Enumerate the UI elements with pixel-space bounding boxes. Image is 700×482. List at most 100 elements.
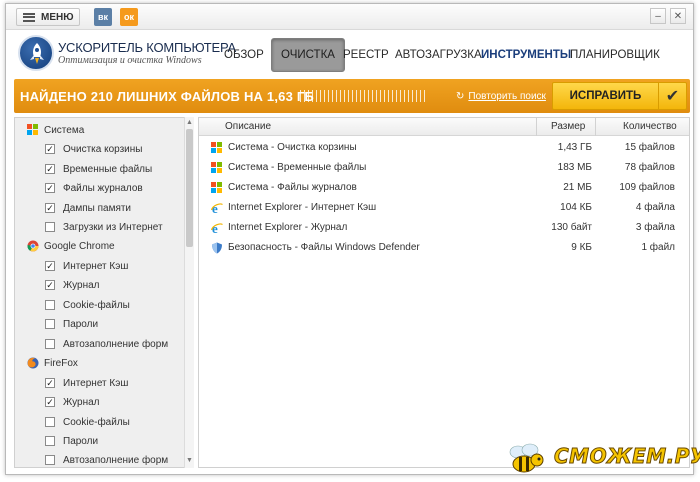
tree-item[interactable]: ✓ Интернет Кэш bbox=[45, 257, 128, 275]
checkbox[interactable]: ✓ bbox=[45, 397, 55, 407]
tree-item[interactable]: Автозаполнение форм bbox=[45, 451, 169, 467]
found-summary: НАЙДЕНО 210 ЛИШНИХ ФАЙЛОВ НА 1,63 ГБ bbox=[20, 88, 314, 104]
windows-icon bbox=[211, 182, 223, 194]
checkbox[interactable] bbox=[45, 339, 55, 349]
tree-item-label: Файлы журналов bbox=[63, 182, 143, 194]
checkbox[interactable]: ✓ bbox=[45, 164, 55, 174]
column-description[interactable]: Описание bbox=[225, 121, 271, 132]
tree-item[interactable]: Пароли bbox=[45, 432, 98, 450]
scan-result-bar: НАЙДЕНО 210 ЛИШНИХ ФАЙЛОВ НА 1,63 ГБ ↻ П… bbox=[14, 79, 690, 113]
tree-item-label: Дампы памяти bbox=[63, 202, 132, 214]
refresh-icon: ↻ bbox=[456, 90, 465, 102]
tree-item-label: Интернет Кэш bbox=[63, 260, 129, 272]
tree-item[interactable]: ✓ Файлы журналов bbox=[45, 179, 143, 197]
tab-registry[interactable]: РЕЕСТР bbox=[343, 38, 389, 72]
chrome-icon bbox=[27, 240, 39, 252]
fix-button[interactable]: ИСПРАВИТЬ ✔ bbox=[552, 82, 687, 110]
scroll-down-arrow-icon[interactable]: ▼ bbox=[186, 457, 193, 464]
hamburger-icon bbox=[23, 12, 35, 22]
tree-item-label: Автозаполнение форм bbox=[63, 454, 169, 466]
column-count[interactable]: Количество bbox=[623, 121, 677, 132]
row-size: 1,43 ГБ bbox=[557, 142, 592, 153]
checkbox[interactable]: ✓ bbox=[45, 261, 55, 271]
menu-button[interactable]: МЕНЮ bbox=[16, 8, 80, 26]
odnoklassniki-icon[interactable]: ок bbox=[120, 8, 138, 26]
table-row[interactable]: e Internet Explorer - Интернет Кэш 104 К… bbox=[199, 198, 689, 218]
table-row[interactable]: e Internet Explorer - Журнал 130 байт 3 … bbox=[199, 218, 689, 238]
results-table: Описание Размер Количество Система - Очи… bbox=[198, 117, 690, 468]
tree-item[interactable]: Cookie-файлы bbox=[45, 296, 130, 314]
scrollbar-thumb[interactable] bbox=[186, 129, 193, 247]
tab-startup[interactable]: АВТОЗАГРУЗКА bbox=[395, 38, 482, 72]
checkbox[interactable] bbox=[45, 319, 55, 329]
row-count: 15 файлов bbox=[624, 142, 675, 153]
firefox-icon bbox=[27, 357, 39, 369]
row-size: 104 КБ bbox=[560, 202, 592, 213]
checkbox[interactable]: ✓ bbox=[45, 203, 55, 213]
row-description: Internet Explorer - Журнал bbox=[228, 222, 348, 233]
row-description: Internet Explorer - Интернет Кэш bbox=[228, 202, 377, 213]
tree-item[interactable]: Пароли bbox=[45, 315, 98, 333]
tree-group-chrome[interactable]: Google Chrome bbox=[27, 237, 115, 255]
tree-item-label: Пароли bbox=[63, 318, 99, 330]
tree-item[interactable]: ✓ Журнал bbox=[45, 276, 100, 294]
category-tree: Система ✓ Очистка корзины ✓ Временные файл… bbox=[14, 117, 194, 468]
row-description: Система - Временные файлы bbox=[228, 162, 367, 173]
tree-item[interactable]: ✓ Временные файлы bbox=[45, 160, 152, 178]
checkbox[interactable] bbox=[45, 417, 55, 427]
table-row[interactable]: Система - Файлы журналов 21 МБ 109 файло… bbox=[199, 178, 689, 198]
row-count: 78 файлов bbox=[624, 162, 675, 173]
row-count: 3 файла bbox=[635, 222, 675, 233]
scroll-up-arrow-icon[interactable]: ▲ bbox=[186, 119, 193, 126]
tree-item[interactable]: ✓ Очистка корзины bbox=[45, 140, 142, 158]
row-description: Система - Файлы журналов bbox=[228, 182, 357, 193]
checkbox[interactable]: ✓ bbox=[45, 183, 55, 193]
tab-overview[interactable]: ОБЗОР bbox=[224, 38, 264, 72]
table-row[interactable]: Система - Очистка корзины 1,43 ГБ 15 фай… bbox=[199, 138, 689, 158]
minimize-button[interactable]: – bbox=[650, 8, 666, 24]
checkbox[interactable] bbox=[45, 436, 55, 446]
rocket-logo-icon bbox=[18, 35, 54, 71]
tree-item[interactable]: Загрузки из Интернет bbox=[45, 218, 163, 236]
title-bar: МЕНЮ вк ок – ✕ bbox=[6, 4, 693, 30]
row-count: 4 файла bbox=[635, 202, 675, 213]
checkbox[interactable]: ✓ bbox=[45, 144, 55, 154]
tab-scheduler[interactable]: ПЛАНИРОВЩИК bbox=[570, 38, 660, 72]
checkbox[interactable]: ✓ bbox=[45, 280, 55, 290]
tree-item[interactable]: Cookie-файлы bbox=[45, 413, 130, 431]
tree-group-firefox[interactable]: FireFox bbox=[27, 354, 78, 372]
bee-mascot-icon bbox=[509, 443, 544, 473]
tree-item-label: Интернет Кэш bbox=[63, 377, 129, 389]
checkbox[interactable] bbox=[45, 300, 55, 310]
tree-item-label: Загрузки из Интернет bbox=[63, 221, 163, 233]
row-count: 1 файл bbox=[641, 242, 675, 253]
checkbox[interactable]: ✓ bbox=[45, 378, 55, 388]
tree-item-label: Пароли bbox=[63, 435, 99, 447]
tree-group-label: Система bbox=[44, 124, 85, 136]
close-button[interactable]: ✕ bbox=[670, 8, 686, 24]
tab-tools[interactable]: ИНСТРУМЕНТЫ bbox=[481, 38, 571, 72]
row-description: Система - Очистка корзины bbox=[228, 142, 357, 153]
checkbox[interactable] bbox=[45, 455, 55, 465]
tree-item[interactable]: Автозаполнение форм bbox=[45, 335, 168, 353]
windows-icon bbox=[211, 162, 223, 174]
watermark-text: СМОЖЕМ.РУ bbox=[554, 444, 700, 469]
table-row[interactable]: Система - Временные файлы 183 МБ 78 файл… bbox=[199, 158, 689, 178]
tree-group-system[interactable]: Система bbox=[27, 121, 84, 139]
checkbox[interactable] bbox=[45, 222, 55, 232]
tree-item[interactable]: ✓ Журнал bbox=[45, 393, 100, 411]
watermark: СМОЖЕМ.РУ bbox=[500, 438, 700, 478]
table-header: Описание Размер Количество bbox=[199, 118, 689, 136]
repeat-search-label: Повторить поиск bbox=[468, 90, 546, 102]
tree-scrollbar[interactable]: ▲ ▼ bbox=[184, 117, 194, 468]
tree-item[interactable]: ✓ Дампы памяти bbox=[45, 199, 131, 217]
checkmark-icon: ✔ bbox=[658, 83, 686, 109]
tree-item-label: Cookie-файлы bbox=[63, 299, 130, 311]
tree-item[interactable]: ✓ Интернет Кэш bbox=[45, 374, 128, 392]
tab-cleanup[interactable]: ОЧИСТКА bbox=[271, 38, 345, 72]
column-size[interactable]: Размер bbox=[551, 121, 585, 132]
table-row[interactable]: Безопасность - Файлы Windows Defender 9 … bbox=[199, 238, 689, 258]
app-header: УСКОРИТЕЛЬ КОМПЬЮТЕРА Оптимизация и очис… bbox=[6, 31, 693, 75]
repeat-search-link[interactable]: ↻ Повторить поиск bbox=[456, 79, 546, 113]
vk-icon[interactable]: вк bbox=[94, 8, 112, 26]
